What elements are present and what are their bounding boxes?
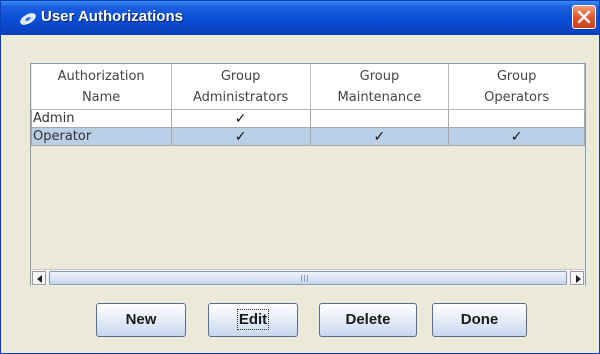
horizontal-scrollbar[interactable] — [31, 269, 585, 286]
scroll-right-arrow-icon — [576, 275, 581, 283]
close-button[interactable] — [572, 5, 596, 29]
authorization-name-cell[interactable]: Operator — [31, 127, 172, 146]
column-header-line: Name — [81, 89, 121, 105]
authorization-name-cell[interactable]: Admin — [31, 109, 172, 128]
delete-button-label: Delete — [345, 311, 391, 328]
column-header-line: Group — [496, 68, 537, 84]
scroll-right-button[interactable] — [570, 271, 584, 285]
window-title: User Authorizations — [41, 8, 183, 25]
table-row-operator[interactable]: Operator ✓ ✓ ✓ — [31, 127, 585, 146]
column-header-line: Group — [359, 68, 400, 84]
column-header-group-operators[interactable]: Group Operators — [448, 64, 585, 110]
user-authorizations-dialog: User Authorizations Authorization Name G… — [0, 0, 600, 354]
new-button[interactable]: New — [96, 303, 186, 337]
scroll-left-button[interactable] — [32, 271, 46, 285]
column-header-line: Authorization — [57, 68, 145, 84]
column-header-authorization-name[interactable]: Authorization Name — [31, 64, 172, 110]
close-icon — [577, 10, 591, 24]
title-bar[interactable]: User Authorizations — [1, 1, 599, 35]
group-maintenance-checkmark[interactable] — [309, 109, 450, 128]
edit-button-label: Edit — [236, 309, 270, 330]
column-header-group-administrators[interactable]: Group Administrators — [171, 64, 311, 110]
done-button-label: Done — [460, 311, 499, 328]
group-administrators-checkmark[interactable]: ✓ — [170, 109, 311, 128]
column-header-line: Administrators — [192, 89, 289, 105]
group-administrators-checkmark[interactable]: ✓ — [170, 127, 311, 146]
scroll-left-arrow-icon — [37, 275, 42, 283]
edit-button[interactable]: Edit — [208, 303, 298, 337]
group-operators-checkmark[interactable]: ✓ — [448, 127, 585, 146]
table-header-row: Authorization Name Group Administrators … — [31, 64, 585, 110]
column-header-line: Group — [220, 68, 261, 84]
new-button-label: New — [125, 311, 157, 328]
group-maintenance-checkmark[interactable]: ✓ — [309, 127, 450, 146]
scroll-thumb[interactable] — [49, 271, 567, 285]
group-operators-checkmark[interactable] — [448, 109, 585, 128]
delete-button[interactable]: Delete — [319, 303, 417, 337]
column-header-line: Operators — [484, 89, 550, 105]
column-header-line: Maintenance — [337, 89, 422, 105]
column-header-group-maintenance[interactable]: Group Maintenance — [310, 64, 450, 110]
app-leaf-icon — [20, 13, 36, 25]
table-row-admin[interactable]: Admin ✓ — [31, 109, 585, 128]
grip-icon — [301, 275, 311, 282]
done-button[interactable]: Done — [432, 303, 527, 337]
authorizations-table-frame: Authorization Name Group Administrators … — [30, 63, 586, 286]
authorizations-table: Authorization Name Group Administrators … — [31, 64, 585, 146]
